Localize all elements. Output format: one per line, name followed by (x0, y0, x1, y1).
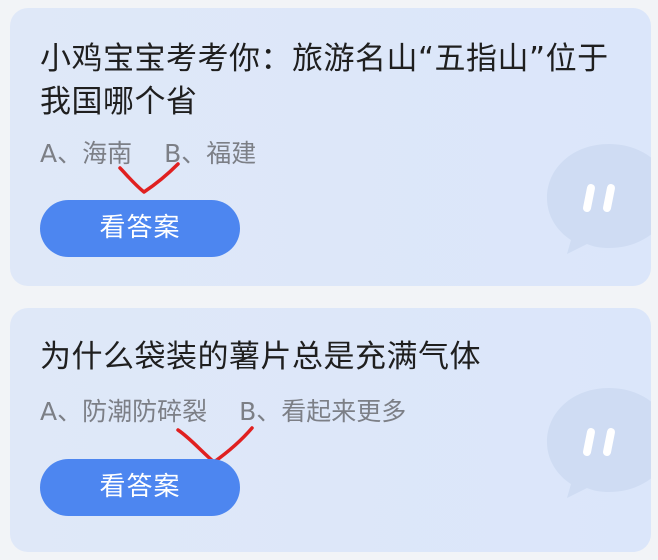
option-a: A、防潮防碎裂 (40, 397, 208, 426)
answer-options: A、海南 B、福建 (40, 134, 256, 170)
chat-bubble-icon (541, 380, 651, 500)
chat-bubble-icon (541, 136, 651, 256)
question-text: 为什么袋装的薯片总是充满气体 (40, 339, 481, 375)
answer-options: A、防潮防碎裂 B、看起来更多 (40, 392, 406, 428)
show-answer-button[interactable]: 看答案 (40, 459, 240, 516)
option-b: B、看起来更多 (239, 397, 407, 426)
show-answer-button[interactable]: 看答案 (40, 200, 240, 257)
quiz-card-1: 小鸡宝宝考考你：旅游名山“五指山”位于我国哪个省 A、海南 B、福建 看答案 (10, 8, 651, 286)
option-b: B、福建 (164, 139, 257, 168)
quiz-page: 小鸡宝宝考考你：旅游名山“五指山”位于我国哪个省 A、海南 B、福建 看答案 为什… (0, 0, 658, 560)
quiz-card-2: 为什么袋装的薯片总是充满气体 A、防潮防碎裂 B、看起来更多 看答案 (10, 308, 651, 552)
question-text: 小鸡宝宝考考你：旅游名山“五指山”位于我国哪个省 (40, 41, 609, 120)
option-a: A、海南 (40, 139, 133, 168)
